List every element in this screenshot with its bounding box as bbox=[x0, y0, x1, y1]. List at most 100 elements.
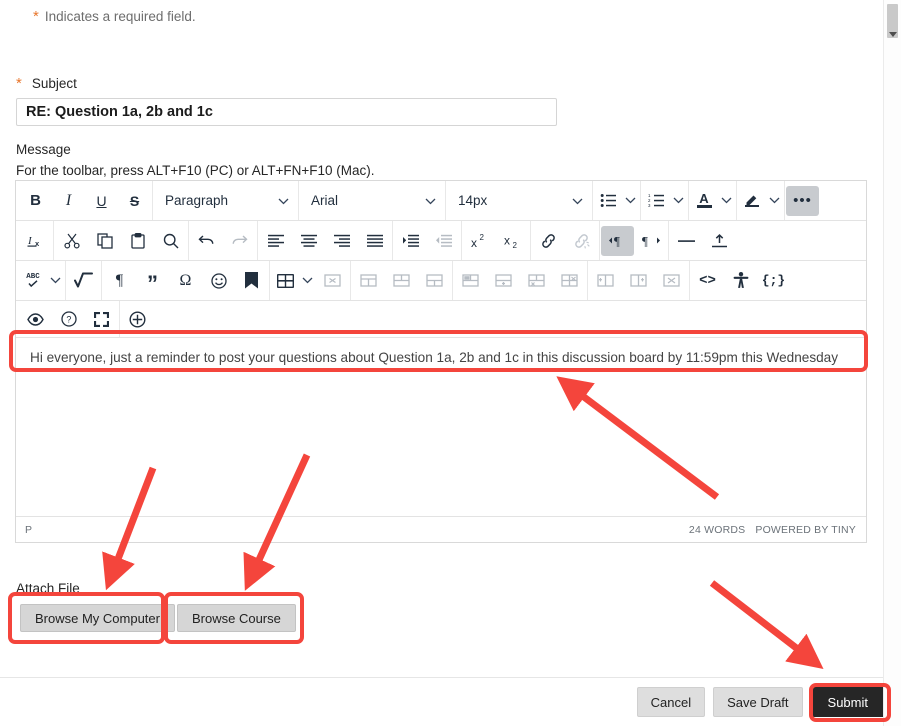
toolbar-row-3: ABC ¶ ” Ω <> {;} bbox=[16, 261, 866, 301]
fullscreen-icon[interactable] bbox=[85, 304, 118, 334]
toolbar-row-4: ? bbox=[16, 301, 866, 338]
toolbar-group-history bbox=[189, 221, 258, 260]
element-path[interactable]: P bbox=[25, 524, 32, 536]
bullet-list-icon[interactable] bbox=[594, 186, 622, 216]
delete-table-column-icon[interactable] bbox=[655, 266, 688, 296]
toolbar-group-spellcheck: ABC bbox=[18, 261, 66, 300]
message-toolbar-hint: For the toolbar, press ALT+F10 (PC) or A… bbox=[16, 163, 375, 178]
code-sample-icon[interactable]: {;} bbox=[757, 266, 790, 296]
scrollbar-down-arrow-icon[interactable] bbox=[884, 26, 901, 43]
text-color-icon[interactable]: A bbox=[690, 186, 718, 216]
numbered-list-chevron-down-icon[interactable] bbox=[670, 186, 687, 216]
bold-icon[interactable]: B bbox=[19, 186, 52, 216]
merge-cells-icon[interactable] bbox=[418, 266, 451, 296]
delete-table-icon[interactable] bbox=[316, 266, 349, 296]
unlink-icon[interactable] bbox=[565, 226, 598, 256]
spellcheck-icon[interactable]: ABC bbox=[19, 266, 47, 296]
strikethrough-icon[interactable]: S bbox=[118, 186, 151, 216]
toolbar-group-code: <> {;} bbox=[690, 261, 791, 300]
status-right: 24 WORDS POWERED BY TINY bbox=[689, 524, 856, 536]
svg-text:2: 2 bbox=[512, 241, 517, 249]
align-right-icon[interactable] bbox=[325, 226, 358, 256]
table-properties-icon[interactable] bbox=[352, 266, 385, 296]
save-draft-button[interactable]: Save Draft bbox=[713, 687, 803, 717]
rtl-direction-icon[interactable]: ¶ bbox=[634, 226, 667, 256]
accessibility-checker-icon[interactable] bbox=[724, 266, 757, 296]
paste-icon[interactable] bbox=[121, 226, 154, 256]
cancel-button[interactable]: Cancel bbox=[636, 687, 706, 717]
ltr-direction-icon[interactable]: ¶ bbox=[601, 225, 634, 256]
insert-row-before-icon[interactable] bbox=[454, 266, 487, 296]
block-format-select[interactable]: Paragraph bbox=[154, 186, 297, 216]
blockquote-icon[interactable]: ” bbox=[136, 266, 169, 296]
indent-decrease-icon[interactable] bbox=[427, 226, 460, 256]
insert-column-after-icon[interactable] bbox=[622, 266, 655, 296]
svg-text:?: ? bbox=[66, 315, 71, 325]
insert-table-icon[interactable] bbox=[271, 266, 299, 296]
text-color-chevron-down-icon[interactable] bbox=[718, 186, 735, 216]
italic-icon[interactable]: I bbox=[52, 186, 85, 216]
editor-branding[interactable]: POWERED BY TINY bbox=[755, 524, 856, 536]
toolbar-group-math bbox=[66, 261, 102, 300]
font-size-select[interactable]: 14px bbox=[447, 186, 591, 216]
more-options-icon[interactable]: ••• bbox=[786, 185, 819, 216]
message-body-editable[interactable]: Hi everyone, just a reminder to post you… bbox=[16, 338, 866, 516]
show-invisible-chars-icon[interactable]: ¶ bbox=[103, 266, 136, 296]
align-justify-icon[interactable] bbox=[358, 226, 391, 256]
clear-formatting-icon[interactable]: I x bbox=[19, 226, 52, 256]
anchor-icon[interactable] bbox=[235, 266, 268, 296]
text-color-letter: A bbox=[699, 191, 709, 207]
highlight-color-icon[interactable] bbox=[738, 186, 766, 216]
superscript-icon[interactable]: x 2 bbox=[463, 226, 496, 256]
help-icon[interactable]: ? bbox=[52, 304, 85, 334]
cut-icon[interactable] bbox=[55, 226, 88, 256]
toolbar-group-font-size: 14px bbox=[446, 181, 593, 220]
toolbar-group-view: ? bbox=[18, 301, 120, 337]
undo-icon[interactable] bbox=[190, 226, 223, 256]
insert-table-chevron-down-icon[interactable] bbox=[299, 266, 316, 296]
svg-text:x: x bbox=[504, 233, 510, 247]
page-break-icon[interactable] bbox=[703, 226, 736, 256]
browse-course-button[interactable]: Browse Course bbox=[177, 604, 296, 632]
math-equation-icon[interactable] bbox=[67, 266, 100, 296]
add-content-icon[interactable] bbox=[121, 304, 154, 334]
bullet-list-chevron-down-icon[interactable] bbox=[622, 186, 639, 216]
redo-icon[interactable] bbox=[223, 226, 256, 256]
horizontal-rule-icon[interactable] bbox=[670, 226, 703, 256]
find-replace-icon[interactable] bbox=[154, 226, 187, 256]
align-center-icon[interactable] bbox=[292, 226, 325, 256]
footer-divider bbox=[0, 677, 901, 678]
delete-column-icon[interactable] bbox=[553, 266, 586, 296]
subscript-icon[interactable]: x 2 bbox=[496, 226, 529, 256]
copy-icon[interactable] bbox=[88, 226, 121, 256]
svg-text:¶: ¶ bbox=[642, 234, 648, 249]
vertical-scrollbar[interactable] bbox=[883, 0, 901, 726]
insert-row-after-icon[interactable] bbox=[487, 266, 520, 296]
numbered-list-icon[interactable]: 1 2 3 bbox=[642, 186, 670, 216]
subject-input[interactable] bbox=[16, 98, 557, 126]
font-size-value: 14px bbox=[458, 193, 488, 208]
special-character-icon[interactable]: Ω bbox=[169, 266, 202, 296]
toolbar-group-font-family: Arial bbox=[299, 181, 446, 220]
submit-button[interactable]: Submit bbox=[810, 687, 885, 717]
align-left-icon[interactable] bbox=[259, 226, 292, 256]
svg-text:x: x bbox=[471, 236, 477, 249]
delete-row-icon[interactable] bbox=[520, 266, 553, 296]
font-family-select[interactable]: Arial bbox=[300, 186, 444, 216]
table-cell-properties-icon[interactable] bbox=[385, 266, 418, 296]
toolbar-group-link bbox=[531, 221, 600, 260]
word-count: 24 WORDS bbox=[688, 523, 746, 536]
rich-text-editor: B I U S Paragraph Arial 14px 1 2 3 A •••… bbox=[15, 180, 867, 543]
preview-icon[interactable] bbox=[19, 304, 52, 334]
source-code-icon[interactable]: <> bbox=[691, 266, 724, 296]
toolbar-group-numbered-list: 1 2 3 bbox=[641, 181, 689, 220]
spellcheck-chevron-down-icon[interactable] bbox=[47, 266, 64, 296]
toolbar-group-insert-break bbox=[669, 221, 737, 260]
emoji-icon[interactable] bbox=[202, 266, 235, 296]
insert-link-icon[interactable] bbox=[532, 226, 565, 256]
browse-my-computer-button[interactable]: Browse My Computer bbox=[20, 604, 175, 632]
insert-column-before-icon[interactable] bbox=[589, 266, 622, 296]
indent-increase-icon[interactable] bbox=[394, 226, 427, 256]
underline-icon[interactable]: U bbox=[85, 186, 118, 216]
highlight-color-chevron-down-icon[interactable] bbox=[766, 186, 783, 216]
